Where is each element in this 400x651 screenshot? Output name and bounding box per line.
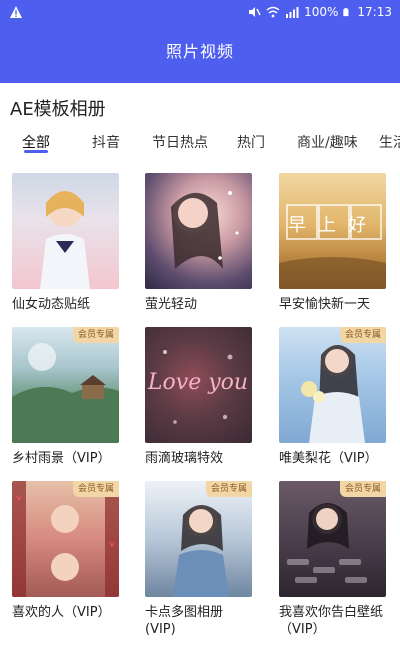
status-time: 17:13 [357, 5, 392, 19]
status-bar: 100% 17:13 [0, 0, 400, 24]
template-title: 早安愉快新一天 [279, 297, 371, 312]
template-title: 唯美梨花（VIP） [279, 451, 378, 466]
wifi-icon [266, 6, 280, 18]
filmstrip-icon [12, 481, 119, 597]
portrait-icon [171, 191, 239, 269]
template-title: 我喜欢你告白壁纸 （VIP） [279, 605, 384, 637]
status-right: 100% 17:13 [247, 3, 392, 21]
thumb-text: Love you [147, 370, 248, 395]
template-title: 卡点多图相册 (VIP) [145, 605, 224, 637]
category-tabs: 全部 抖音 节日热点 热门 商业/趣味 生活 [0, 128, 400, 162]
tab-douyin[interactable]: 抖音 [92, 132, 120, 152]
template-title: 乡村雨景（VIP） [12, 451, 111, 466]
thumb-text: 早上好 [288, 215, 378, 236]
app-bar: 100% 17:13 照片视频 [0, 0, 400, 83]
template-thumbnail[interactable]: Love you [145, 327, 252, 443]
section-title: AE模板相册 [10, 99, 106, 120]
vip-badge: 会员专属 [72, 481, 119, 497]
template-thumbnail[interactable]: 会员专属 [279, 327, 386, 443]
vip-badge: 会员专属 [72, 327, 119, 343]
girl-figure-icon [40, 191, 90, 289]
battery-percent: 100% [304, 5, 339, 19]
multi-photo-icon [173, 505, 229, 597]
vip-badge: 会员专属 [205, 481, 252, 497]
template-thumbnail[interactable]: 早上好 [279, 173, 386, 289]
page-title: 照片视频 [165, 42, 234, 61]
template-title: 喜欢的人（VIP） [12, 605, 111, 620]
vip-badge: 会员专属 [339, 481, 386, 497]
battery-icon [343, 8, 349, 17]
tab-hot[interactable]: 热门 [237, 132, 265, 152]
template-title: 雨滴玻璃特效 [145, 451, 224, 466]
template-thumbnail[interactable]: 会员专属 [12, 327, 119, 443]
template-thumbnail[interactable]: 会员专属 [145, 481, 252, 597]
tab-business[interactable]: 商业/趣味 [297, 132, 358, 152]
tab-life[interactable]: 生活 [379, 132, 400, 152]
tab-holiday[interactable]: 节日热点 [152, 132, 208, 152]
template-title: 萤光轻动 [145, 297, 198, 312]
signal-icon [286, 7, 299, 18]
vip-badge: 会员专属 [339, 327, 386, 343]
template-thumbnail[interactable] [12, 173, 119, 289]
template-thumbnail[interactable]: 会员专属 [279, 481, 386, 597]
warning-icon [10, 6, 22, 18]
active-tab-indicator [24, 150, 48, 153]
pear-blossom-icon [301, 345, 365, 443]
template-thumbnail[interactable] [145, 173, 252, 289]
confession-wallpaper-icon [287, 503, 367, 583]
sunrise-icon: 早上好 [279, 204, 386, 289]
countryside-icon [12, 343, 119, 443]
mute-icon [249, 7, 261, 17]
next-row-peek [0, 644, 400, 651]
template-title: 仙女动态贴纸 [12, 297, 91, 312]
tab-all[interactable]: 全部 [22, 132, 50, 152]
template-thumbnail[interactable]: 会员专属 [12, 481, 119, 597]
raindrop-glass-icon: Love you [147, 350, 248, 424]
